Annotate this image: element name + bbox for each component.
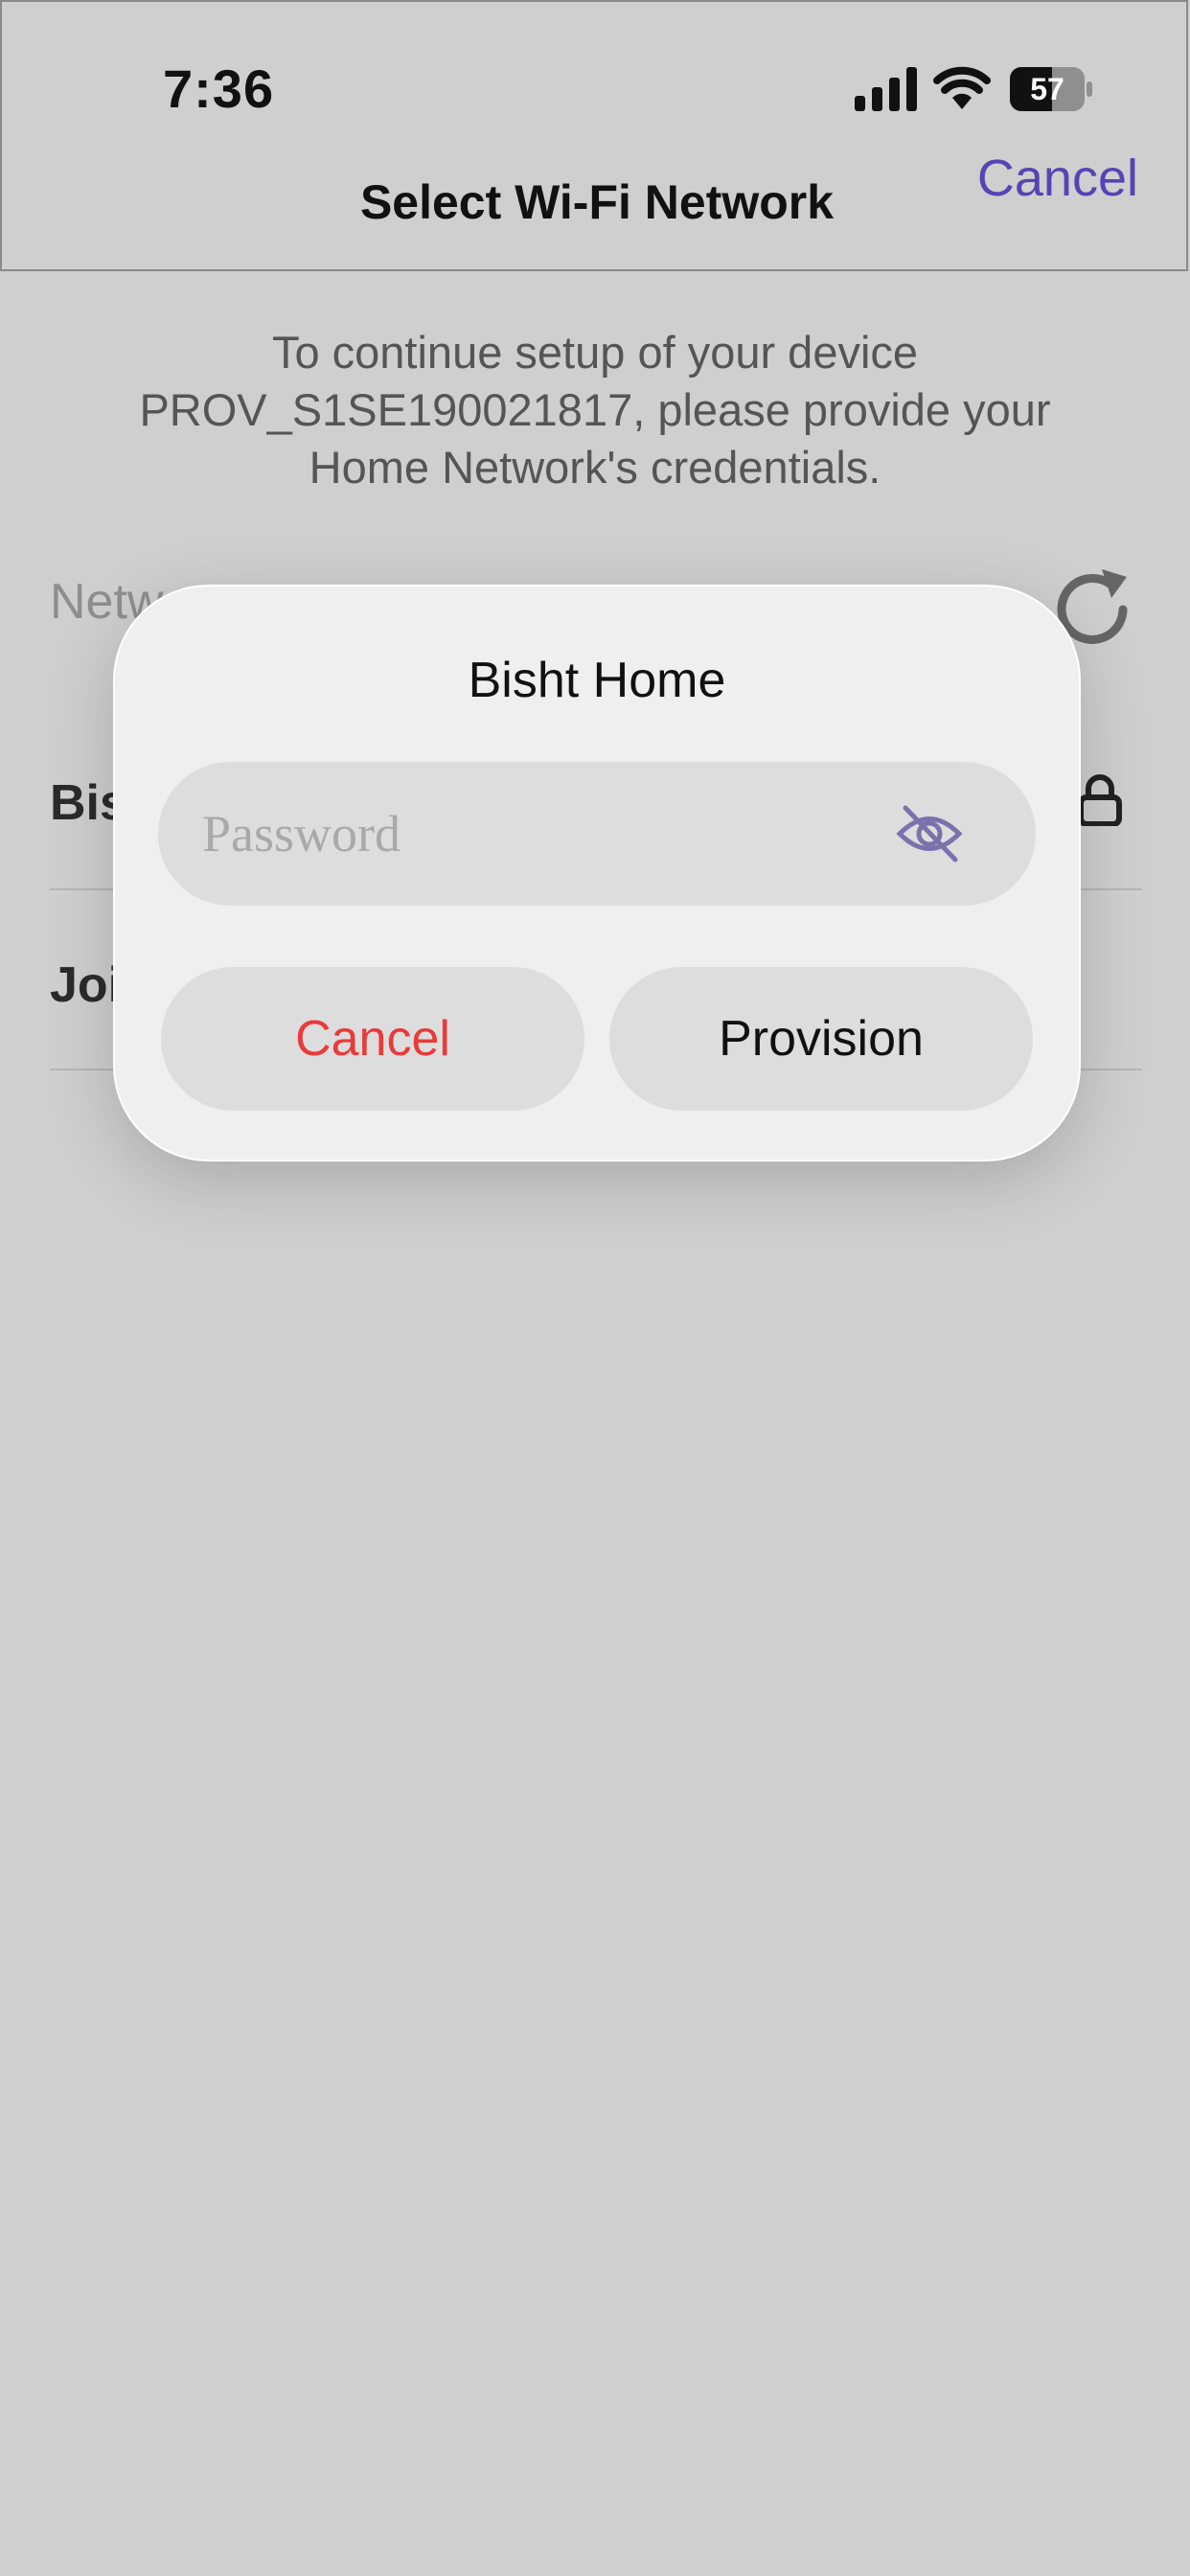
provision-button[interactable]: Provision — [609, 967, 1033, 1111]
navigation-header: 7:36 57 Select Wi-Fi Network Cancel — [0, 0, 1188, 271]
wifi-icon — [933, 66, 991, 109]
lock-icon — [1078, 774, 1122, 826]
password-input[interactable] — [202, 762, 854, 906]
dialog-cancel-button[interactable]: Cancel — [161, 967, 584, 1111]
eye-slash-icon[interactable] — [896, 802, 963, 865]
nav-cancel-button[interactable]: Cancel — [977, 149, 1138, 208]
password-field[interactable] — [158, 762, 1036, 906]
cellular-signal-icon — [855, 67, 917, 111]
battery-icon: 57 — [1010, 67, 1092, 111]
battery-level: 57 — [1030, 72, 1064, 106]
dialog-title: Bisht Home — [468, 653, 726, 708]
status-time: 7:36 — [163, 58, 275, 119]
join-other-network-row[interactable]: Joi — [50, 956, 122, 1014]
setup-instructions: To continue setup of your device PROV_S1… — [139, 327, 1051, 493]
password-dialog: Bisht Home Cancel Provision — [113, 585, 1081, 1162]
